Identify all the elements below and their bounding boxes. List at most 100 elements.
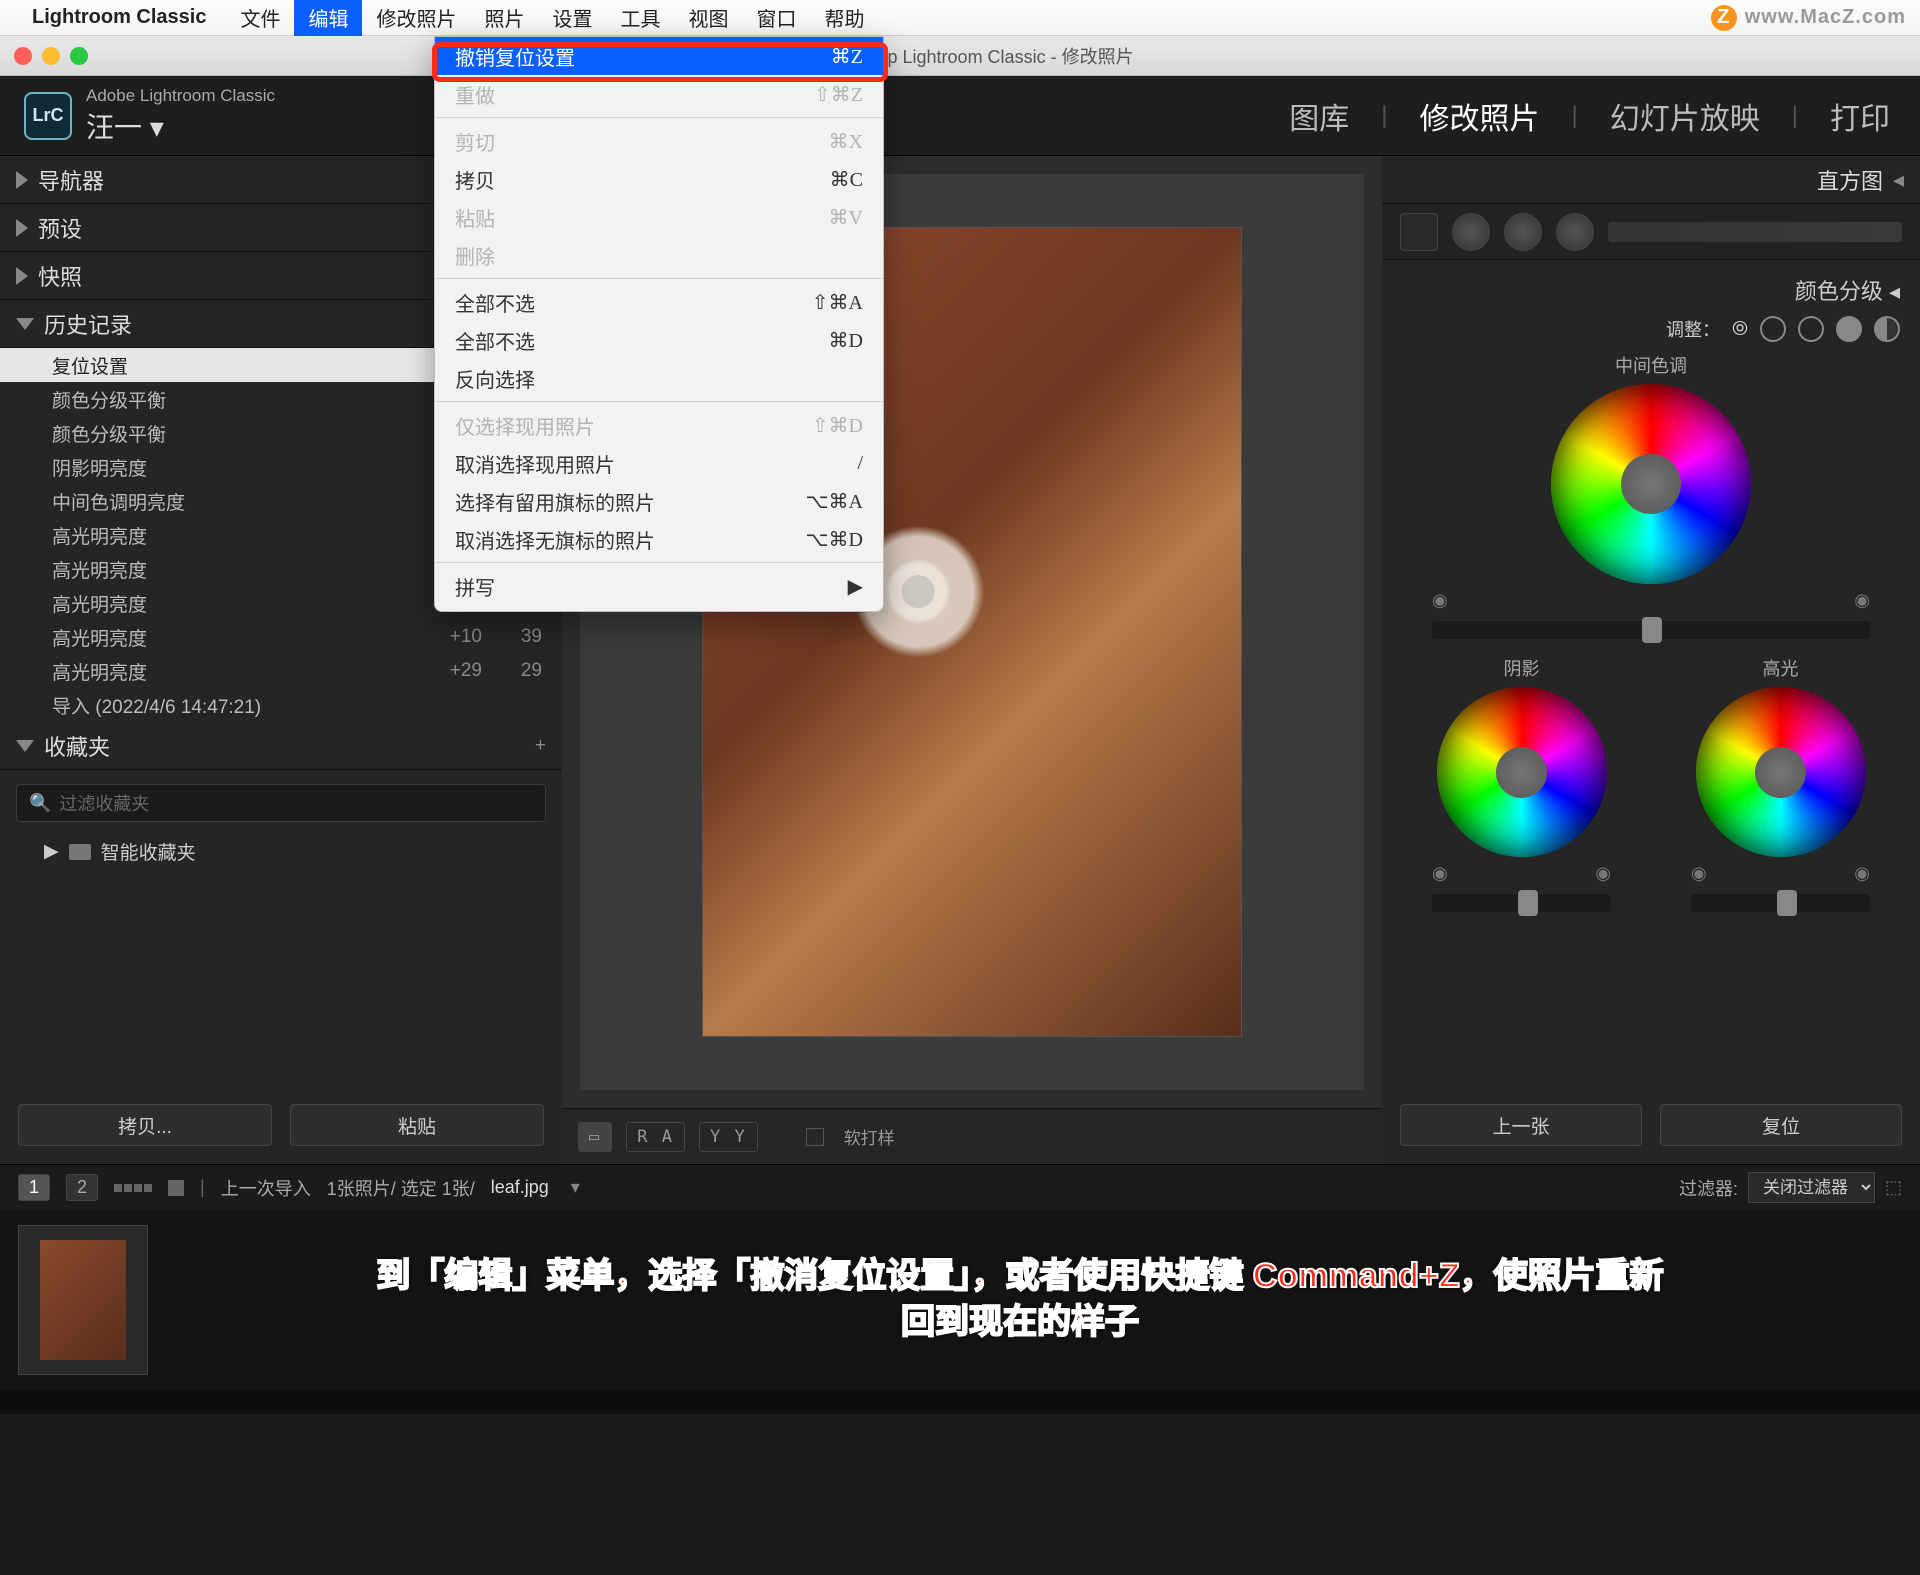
menu-item-select-none-1[interactable]: 全部不选⇧⌘A — [435, 283, 883, 321]
eye-icon[interactable]: ◉ — [1595, 863, 1611, 884]
histogram-title: 直方图 — [1817, 164, 1883, 196]
softproof-label: 软打样 — [844, 1124, 895, 1149]
history-item[interactable]: 高光明亮度+2929 — [0, 654, 562, 688]
grid-view-icon[interactable] — [114, 1184, 152, 1192]
menu-develop[interactable]: 修改照片 — [362, 0, 470, 36]
breadcrumb[interactable]: 上一次导入 — [221, 1175, 311, 1201]
tool-strip — [1382, 204, 1920, 260]
menu-item-select-flagged[interactable]: 选择有留用旗标的照片⌥⌘A — [435, 482, 883, 520]
highlight-mode-icon[interactable] — [1836, 316, 1862, 342]
adjust-label: 调整： — [1666, 316, 1720, 342]
chevron-down-icon — [16, 740, 34, 752]
menu-photo[interactable]: 照片 — [470, 0, 538, 36]
midtone-luminance-slider[interactable] — [1432, 621, 1870, 639]
view-mode-ra[interactable]: R A — [626, 1122, 685, 1152]
color-grading-panel: 颜色分级 ◂ 调整： ⦾ 中间色调 ◉◉ 阴影 ◉◉ — [1382, 260, 1920, 936]
eye-icon[interactable]: ◉ — [1432, 590, 1448, 611]
edit-menu-dropdown: 撤销复位设置⌘Z 重做⇧⌘Z 剪切⌘X 拷贝⌘C 粘贴⌘V 删除 全部不选⇧⌘A… — [434, 36, 884, 612]
redeye-tool-icon[interactable] — [1504, 213, 1542, 251]
add-collection-icon[interactable]: + — [535, 735, 546, 757]
reset-button[interactable]: 复位 — [1660, 1104, 1902, 1146]
copy-button[interactable]: 拷贝... — [18, 1104, 272, 1146]
presets-title: 预设 — [38, 212, 82, 244]
menu-file[interactable]: 文件 — [226, 0, 294, 36]
menu-item-undo[interactable]: 撤销复位设置⌘Z — [435, 37, 883, 75]
module-develop[interactable]: 修改照片 — [1414, 92, 1546, 140]
chevron-down-icon — [16, 318, 34, 330]
menu-item-delete[interactable]: 删除 — [435, 236, 883, 274]
filmstrip[interactable]: 到「编辑」菜单，选择「撤消复位设置」，或者使用快捷键 Command+Z，使照片… — [0, 1210, 1920, 1390]
previous-button[interactable]: 上一张 — [1400, 1104, 1642, 1146]
menu-item-select-none-2[interactable]: 全部不选⌘D — [435, 321, 883, 359]
eye-icon[interactable]: ◉ — [1432, 863, 1448, 884]
menu-help[interactable]: 帮助 — [810, 0, 878, 36]
photo-counts: 1张照片/ 选定 1张/ — [327, 1175, 475, 1201]
smart-collection-item[interactable]: ▶ 智能收藏夹 — [16, 832, 546, 871]
view-mode-loupe[interactable]: ▭ — [578, 1122, 612, 1152]
midtone-color-wheel[interactable] — [1551, 384, 1751, 584]
app-name[interactable]: Lightroom Classic — [32, 6, 206, 29]
filter-lock-icon[interactable]: ⬚ — [1885, 1177, 1902, 1198]
right-panel: 直方图 ◂ 颜色分级 ◂ 调整： ⦾ 中间色调 ◉◉ — [1382, 156, 1920, 1164]
chevron-right-icon — [16, 171, 28, 189]
menu-item-deselect-active[interactable]: 取消选择现用照片/ — [435, 444, 883, 482]
maximize-icon[interactable] — [70, 47, 88, 65]
global-mode-icon[interactable] — [1874, 316, 1900, 342]
close-icon[interactable] — [14, 47, 32, 65]
three-way-icon[interactable]: ⦾ — [1732, 318, 1748, 341]
history-item[interactable]: 导入 (2022/4/6 14:47:21) — [0, 688, 562, 722]
menu-view[interactable]: 视图 — [674, 0, 742, 36]
menu-tools[interactable]: 工具 — [606, 0, 674, 36]
minimize-icon[interactable] — [42, 47, 60, 65]
mask-tool-icon[interactable] — [1556, 213, 1594, 251]
crop-tool-icon[interactable] — [1400, 213, 1438, 251]
histogram-header[interactable]: 直方图 ◂ — [1382, 156, 1920, 204]
caption-line-2: 回到现在的样子 — [901, 1300, 1139, 1346]
window-titlebar: be Photoshop Lightroom Classic - 修改照片 — [0, 36, 1920, 76]
screen-tab-2[interactable]: 2 — [66, 1174, 98, 1201]
menu-item-select-active[interactable]: 仅选择现用照片⇧⌘D — [435, 406, 883, 444]
lrc-logo-icon: LrC — [24, 92, 72, 140]
menu-item-spelling[interactable]: 拼写▶ — [435, 567, 883, 605]
chevron-right-icon: ▶ — [44, 840, 59, 863]
color-grading-title[interactable]: 颜色分级 ◂ — [1402, 274, 1900, 306]
collections-header[interactable]: 收藏夹 + — [0, 722, 562, 770]
softproof-checkbox[interactable] — [806, 1128, 824, 1146]
search-icon: 🔍 — [29, 793, 51, 814]
module-print[interactable]: 打印 — [1824, 92, 1896, 140]
midtone-mode-icon[interactable] — [1798, 316, 1824, 342]
filmstrip-thumbnail[interactable] — [18, 1225, 148, 1375]
history-item[interactable]: 高光明亮度+1039 — [0, 620, 562, 654]
heal-tool-icon[interactable] — [1452, 213, 1490, 251]
eye-icon[interactable]: ◉ — [1691, 863, 1707, 884]
menu-settings[interactable]: 设置 — [538, 0, 606, 36]
menu-item-copy[interactable]: 拷贝⌘C — [435, 160, 883, 198]
paste-button[interactable]: 粘贴 — [290, 1104, 544, 1146]
menu-item-cut[interactable]: 剪切⌘X — [435, 122, 883, 160]
menu-item-paste[interactable]: 粘贴⌘V — [435, 198, 883, 236]
tool-slider[interactable] — [1608, 222, 1902, 242]
user-name[interactable]: 汪一 ▾ — [86, 106, 275, 146]
module-slideshow[interactable]: 幻灯片放映 — [1604, 92, 1766, 140]
menu-edit[interactable]: 编辑 — [294, 0, 362, 36]
filmstrip-info-bar: 1 2 | 上一次导入 1张照片/ 选定 1张/ leaf.jpg ▾ 过滤器:… — [0, 1164, 1920, 1210]
highlight-luminance-slider[interactable] — [1691, 894, 1870, 912]
menu-item-redo[interactable]: 重做⇧⌘Z — [435, 75, 883, 113]
menu-item-deselect-unflagged[interactable]: 取消选择无旗标的照片⌥⌘D — [435, 520, 883, 558]
eye-icon[interactable]: ◉ — [1854, 590, 1870, 611]
menu-item-invert-selection[interactable]: 反向选择 — [435, 359, 883, 397]
filter-select[interactable]: 关闭过滤器 — [1748, 1172, 1875, 1203]
collections-search[interactable]: 🔍 过滤收藏夹 — [16, 784, 546, 822]
highlight-color-wheel[interactable] — [1696, 687, 1866, 857]
view-mode-yy[interactable]: Y Y — [699, 1122, 758, 1152]
eye-icon[interactable]: ◉ — [1854, 863, 1870, 884]
loupe-view-icon[interactable] — [168, 1180, 184, 1196]
navigator-title: 导航器 — [38, 164, 104, 196]
shadow-mode-icon[interactable] — [1760, 316, 1786, 342]
shadow-luminance-slider[interactable] — [1432, 894, 1611, 912]
chevron-right-icon — [16, 219, 28, 237]
shadow-color-wheel[interactable] — [1437, 687, 1607, 857]
screen-tab-1[interactable]: 1 — [18, 1174, 50, 1201]
module-library[interactable]: 图库 — [1283, 92, 1355, 140]
menu-window[interactable]: 窗口 — [742, 0, 810, 36]
